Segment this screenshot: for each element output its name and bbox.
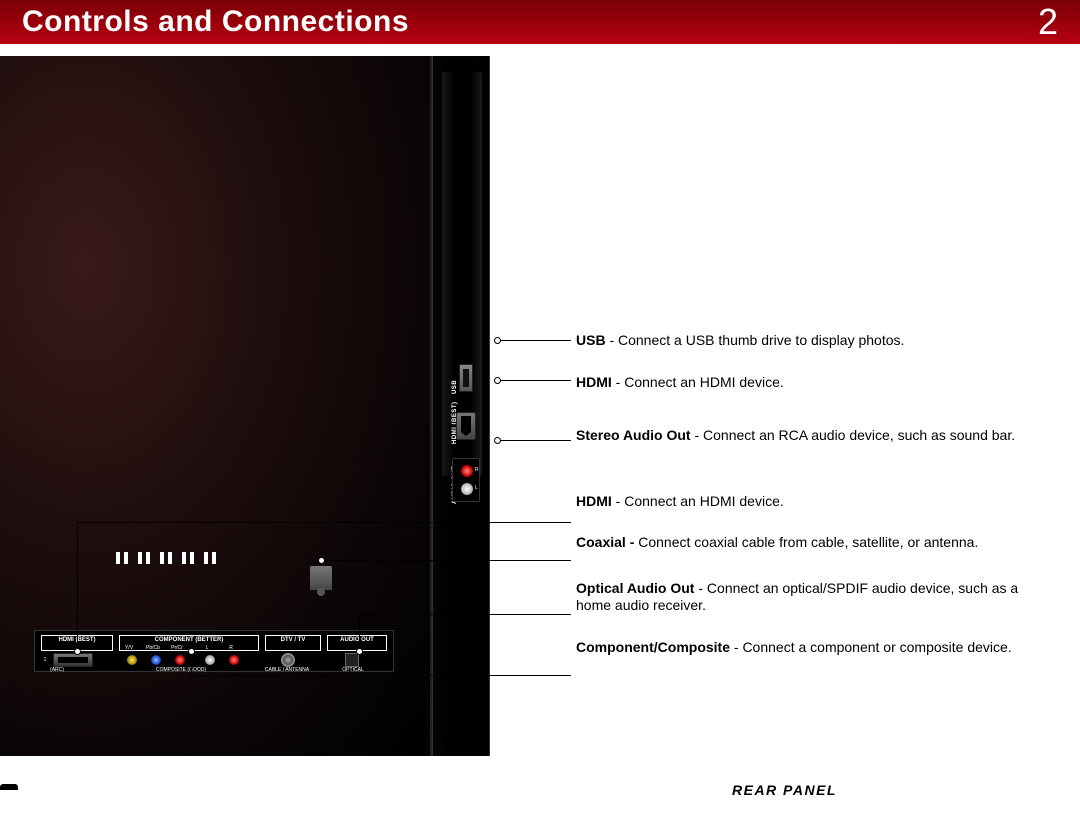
label-hdmi1: 1 — [15, 657, 75, 663]
callout-optical: Optical Audio Out - Connect an optical/S… — [576, 580, 1056, 615]
callout-text: Connect coaxial cable from cable, satell… — [638, 534, 978, 550]
rca-pr-icon — [175, 655, 185, 665]
leader-line — [501, 380, 571, 381]
group-dtv: DTV / TV — [265, 635, 321, 651]
leader-dot — [74, 648, 81, 655]
leader-line — [191, 675, 571, 676]
leader-line — [359, 614, 360, 648]
leader-line — [77, 522, 78, 648]
callout-bold: HDMI — [576, 493, 612, 509]
bottom-port-strip: HDMI (BEST) COMPONENT (BETTER) DTV / TV … — [34, 630, 394, 672]
callout-text: - Connect a component or composite devic… — [730, 639, 1012, 655]
label-r: R — [475, 467, 479, 473]
callout-text: - Connect a USB thumb drive to display p… — [606, 332, 905, 348]
callouts-column: USB - Connect a USB thumb drive to displ… — [576, 332, 1056, 680]
leader-line — [501, 340, 571, 341]
callout-coax: Coaxial - Connect coaxial cable from cab… — [576, 534, 1056, 552]
label-l: L — [475, 485, 478, 491]
leader-line — [191, 655, 192, 675]
tv-stand-icon — [0, 784, 18, 790]
label-arc: (ARC) — [27, 667, 87, 673]
callout-bold: Optical Audio Out — [576, 580, 694, 596]
rca-side-box: R L — [452, 458, 480, 502]
callout-bold: Component/Composite — [576, 639, 730, 655]
callout-component: Component/Composite - Connect a componen… — [576, 639, 1056, 657]
section-label: REAR PANEL — [732, 782, 837, 798]
label-cable: CABLE / ANTENNA — [257, 667, 317, 673]
label-optical: OPTICAL — [323, 667, 383, 673]
chapter-header: Controls and Connections 2 — [0, 0, 1080, 44]
rca-rred-icon — [229, 655, 239, 665]
leader-line — [359, 614, 571, 615]
rca-pb-icon — [151, 655, 161, 665]
callout-text: - Connect an HDMI device. — [612, 493, 784, 509]
leader-dot — [494, 337, 501, 344]
coax-bottom-icon — [281, 653, 295, 667]
rca-y-icon — [127, 655, 137, 665]
callout-hdmi-side: HDMI - Connect an HDMI device. — [576, 374, 1056, 392]
rca-lwhite-icon — [205, 655, 215, 665]
leader-dot — [318, 557, 325, 564]
callout-bold: HDMI — [576, 374, 612, 390]
leader-dot — [494, 377, 501, 384]
callout-bold: USB — [576, 332, 606, 348]
coax-connector-icon — [310, 566, 332, 590]
label-rc: R — [201, 645, 261, 651]
rca-l-jack-icon — [461, 483, 473, 495]
callout-hdmi-bottom: HDMI - Connect an HDMI device. — [576, 493, 1056, 511]
label-usb: USB — [452, 380, 458, 394]
leader-line — [501, 440, 571, 441]
leader-line — [77, 522, 571, 523]
leader-dot — [494, 437, 501, 444]
chapter-number: 2 — [1038, 1, 1058, 43]
leader-line — [325, 560, 571, 561]
rca-r-jack-icon — [461, 465, 473, 477]
optical-port-icon — [345, 653, 359, 667]
callout-bold: Stereo Audio Out — [576, 427, 691, 443]
callout-text: - Connect an HDMI device. — [612, 374, 784, 390]
hdmi-side-port-icon — [456, 412, 476, 440]
label-composite: COMPOSITE (GOOD) — [131, 667, 231, 673]
callout-usb: USB - Connect a USB thumb drive to displ… — [576, 332, 1056, 350]
callout-stereo: Stereo Audio Out - Connect an RCA audio … — [576, 427, 1056, 445]
callout-text: - Connect an RCA audio device, such as s… — [691, 427, 1016, 443]
vent-slots-icon — [116, 552, 208, 564]
callout-bold: Coaxial - — [576, 534, 638, 550]
chapter-title: Controls and Connections — [22, 5, 409, 39]
usb-port-icon — [459, 364, 473, 392]
leader-dot — [188, 648, 195, 655]
leader-dot — [356, 648, 363, 655]
tv-rear-illustration: USB HDMI (BEST) AUDIO OUT R L HDMI (BEST… — [0, 44, 492, 742]
